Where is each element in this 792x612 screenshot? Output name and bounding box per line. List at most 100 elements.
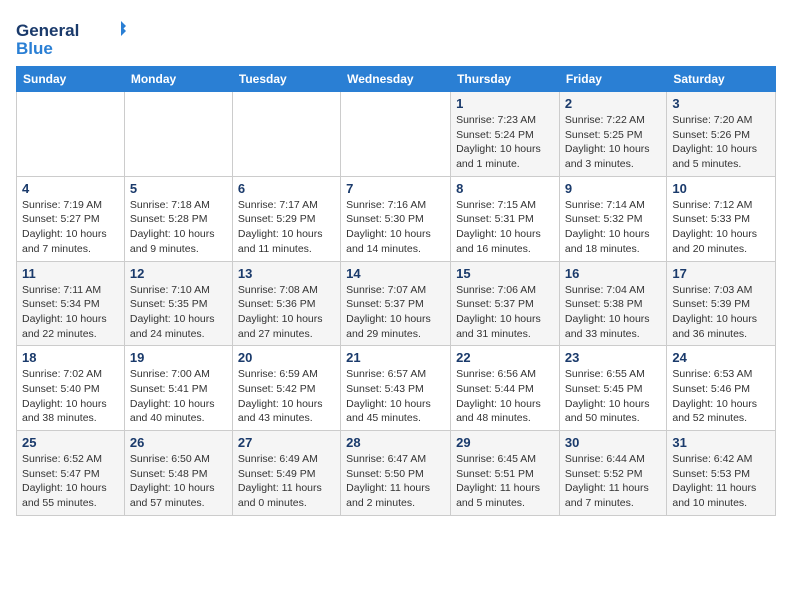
day-info: Sunrise: 6:47 AM Sunset: 5:50 PM Dayligh… xyxy=(346,452,445,511)
day-number: 21 xyxy=(346,350,445,365)
day-number: 20 xyxy=(238,350,335,365)
day-info: Sunrise: 6:44 AM Sunset: 5:52 PM Dayligh… xyxy=(565,452,661,511)
day-number: 18 xyxy=(22,350,119,365)
day-number: 25 xyxy=(22,435,119,450)
calendar-cell: 23 Sunrise: 6:55 AM Sunset: 5:45 PM Dayli… xyxy=(559,346,666,431)
calendar-cell: 5 Sunrise: 7:18 AM Sunset: 5:28 PM Daylig… xyxy=(124,176,232,261)
day-number: 16 xyxy=(565,266,661,281)
day-number: 24 xyxy=(672,350,770,365)
calendar-cell xyxy=(124,92,232,177)
weekday-header: Wednesday xyxy=(341,67,451,92)
calendar-cell: 21 Sunrise: 6:57 AM Sunset: 5:43 PM Dayli… xyxy=(341,346,451,431)
day-number: 4 xyxy=(22,181,119,196)
day-number: 30 xyxy=(565,435,661,450)
day-number: 8 xyxy=(456,181,554,196)
day-number: 11 xyxy=(22,266,119,281)
calendar-cell: 16 Sunrise: 7:04 AM Sunset: 5:38 PM Dayli… xyxy=(559,261,666,346)
weekday-header: Sunday xyxy=(17,67,125,92)
day-info: Sunrise: 7:04 AM Sunset: 5:38 PM Dayligh… xyxy=(565,283,661,342)
day-info: Sunrise: 6:55 AM Sunset: 5:45 PM Dayligh… xyxy=(565,367,661,426)
calendar-cell: 11 Sunrise: 7:11 AM Sunset: 5:34 PM Dayli… xyxy=(17,261,125,346)
calendar-cell: 12 Sunrise: 7:10 AM Sunset: 5:35 PM Dayli… xyxy=(124,261,232,346)
calendar-cell: 27 Sunrise: 6:49 AM Sunset: 5:49 PM Dayli… xyxy=(232,431,340,516)
day-number: 29 xyxy=(456,435,554,450)
calendar-cell: 29 Sunrise: 6:45 AM Sunset: 5:51 PM Dayli… xyxy=(451,431,560,516)
day-info: Sunrise: 7:12 AM Sunset: 5:33 PM Dayligh… xyxy=(672,198,770,257)
day-number: 17 xyxy=(672,266,770,281)
logo-svg: General Blue xyxy=(16,16,126,58)
day-info: Sunrise: 6:52 AM Sunset: 5:47 PM Dayligh… xyxy=(22,452,119,511)
day-info: Sunrise: 7:08 AM Sunset: 5:36 PM Dayligh… xyxy=(238,283,335,342)
calendar-cell: 7 Sunrise: 7:16 AM Sunset: 5:30 PM Daylig… xyxy=(341,176,451,261)
day-info: Sunrise: 7:23 AM Sunset: 5:24 PM Dayligh… xyxy=(456,113,554,172)
day-info: Sunrise: 6:49 AM Sunset: 5:49 PM Dayligh… xyxy=(238,452,335,511)
day-number: 5 xyxy=(130,181,227,196)
calendar-cell: 18 Sunrise: 7:02 AM Sunset: 5:40 PM Dayli… xyxy=(17,346,125,431)
day-info: Sunrise: 7:22 AM Sunset: 5:25 PM Dayligh… xyxy=(565,113,661,172)
weekday-header: Tuesday xyxy=(232,67,340,92)
calendar-cell: 2 Sunrise: 7:22 AM Sunset: 5:25 PM Daylig… xyxy=(559,92,666,177)
calendar-cell xyxy=(341,92,451,177)
day-number: 1 xyxy=(456,96,554,111)
day-info: Sunrise: 7:20 AM Sunset: 5:26 PM Dayligh… xyxy=(672,113,770,172)
day-info: Sunrise: 7:02 AM Sunset: 5:40 PM Dayligh… xyxy=(22,367,119,426)
day-info: Sunrise: 6:53 AM Sunset: 5:46 PM Dayligh… xyxy=(672,367,770,426)
calendar-cell: 28 Sunrise: 6:47 AM Sunset: 5:50 PM Dayli… xyxy=(341,431,451,516)
day-number: 28 xyxy=(346,435,445,450)
day-info: Sunrise: 7:03 AM Sunset: 5:39 PM Dayligh… xyxy=(672,283,770,342)
day-number: 10 xyxy=(672,181,770,196)
day-number: 26 xyxy=(130,435,227,450)
calendar-cell xyxy=(17,92,125,177)
day-info: Sunrise: 7:16 AM Sunset: 5:30 PM Dayligh… xyxy=(346,198,445,257)
day-number: 19 xyxy=(130,350,227,365)
day-info: Sunrise: 7:19 AM Sunset: 5:27 PM Dayligh… xyxy=(22,198,119,257)
day-number: 12 xyxy=(130,266,227,281)
calendar-cell: 24 Sunrise: 6:53 AM Sunset: 5:46 PM Dayli… xyxy=(667,346,776,431)
day-info: Sunrise: 6:56 AM Sunset: 5:44 PM Dayligh… xyxy=(456,367,554,426)
calendar-cell: 22 Sunrise: 6:56 AM Sunset: 5:44 PM Dayli… xyxy=(451,346,560,431)
calendar-cell: 30 Sunrise: 6:44 AM Sunset: 5:52 PM Dayli… xyxy=(559,431,666,516)
day-info: Sunrise: 7:07 AM Sunset: 5:37 PM Dayligh… xyxy=(346,283,445,342)
day-info: Sunrise: 7:11 AM Sunset: 5:34 PM Dayligh… xyxy=(22,283,119,342)
day-number: 2 xyxy=(565,96,661,111)
calendar-cell xyxy=(232,92,340,177)
calendar-cell: 20 Sunrise: 6:59 AM Sunset: 5:42 PM Dayli… xyxy=(232,346,340,431)
day-info: Sunrise: 6:45 AM Sunset: 5:51 PM Dayligh… xyxy=(456,452,554,511)
calendar-table: SundayMondayTuesdayWednesdayThursdayFrid… xyxy=(16,66,776,516)
calendar-cell: 6 Sunrise: 7:17 AM Sunset: 5:29 PM Daylig… xyxy=(232,176,340,261)
day-info: Sunrise: 7:14 AM Sunset: 5:32 PM Dayligh… xyxy=(565,198,661,257)
logo: General Blue xyxy=(16,16,126,58)
day-info: Sunrise: 7:00 AM Sunset: 5:41 PM Dayligh… xyxy=(130,367,227,426)
svg-text:Blue: Blue xyxy=(16,39,53,58)
day-number: 23 xyxy=(565,350,661,365)
day-number: 22 xyxy=(456,350,554,365)
weekday-header: Monday xyxy=(124,67,232,92)
day-info: Sunrise: 6:42 AM Sunset: 5:53 PM Dayligh… xyxy=(672,452,770,511)
day-info: Sunrise: 7:18 AM Sunset: 5:28 PM Dayligh… xyxy=(130,198,227,257)
calendar-cell: 31Sunrise: 6:42 AM Sunset: 5:53 PM Dayli… xyxy=(667,431,776,516)
day-info: Sunrise: 7:10 AM Sunset: 5:35 PM Dayligh… xyxy=(130,283,227,342)
calendar-cell: 25 Sunrise: 6:52 AM Sunset: 5:47 PM Dayli… xyxy=(17,431,125,516)
calendar-cell: 14Sunrise: 7:07 AM Sunset: 5:37 PM Dayli… xyxy=(341,261,451,346)
day-info: Sunrise: 7:17 AM Sunset: 5:29 PM Dayligh… xyxy=(238,198,335,257)
calendar-cell: 19 Sunrise: 7:00 AM Sunset: 5:41 PM Dayli… xyxy=(124,346,232,431)
day-info: Sunrise: 6:50 AM Sunset: 5:48 PM Dayligh… xyxy=(130,452,227,511)
weekday-header: Friday xyxy=(559,67,666,92)
day-info: Sunrise: 6:59 AM Sunset: 5:42 PM Dayligh… xyxy=(238,367,335,426)
header: General Blue xyxy=(16,16,776,58)
day-number: 3 xyxy=(672,96,770,111)
calendar-cell: 15 Sunrise: 7:06 AM Sunset: 5:37 PM Dayli… xyxy=(451,261,560,346)
calendar-cell: 4 Sunrise: 7:19 AM Sunset: 5:27 PM Daylig… xyxy=(17,176,125,261)
weekday-header: Thursday xyxy=(451,67,560,92)
day-info: Sunrise: 6:57 AM Sunset: 5:43 PM Dayligh… xyxy=(346,367,445,426)
calendar-cell: 13Sunrise: 7:08 AM Sunset: 5:36 PM Dayli… xyxy=(232,261,340,346)
day-info: Sunrise: 7:06 AM Sunset: 5:37 PM Dayligh… xyxy=(456,283,554,342)
calendar-cell: 9 Sunrise: 7:14 AM Sunset: 5:32 PM Daylig… xyxy=(559,176,666,261)
day-number: 7 xyxy=(346,181,445,196)
day-number: 9 xyxy=(565,181,661,196)
day-number: 27 xyxy=(238,435,335,450)
svg-text:General: General xyxy=(16,21,79,40)
day-number: 6 xyxy=(238,181,335,196)
day-info: Sunrise: 7:15 AM Sunset: 5:31 PM Dayligh… xyxy=(456,198,554,257)
day-number: 15 xyxy=(456,266,554,281)
